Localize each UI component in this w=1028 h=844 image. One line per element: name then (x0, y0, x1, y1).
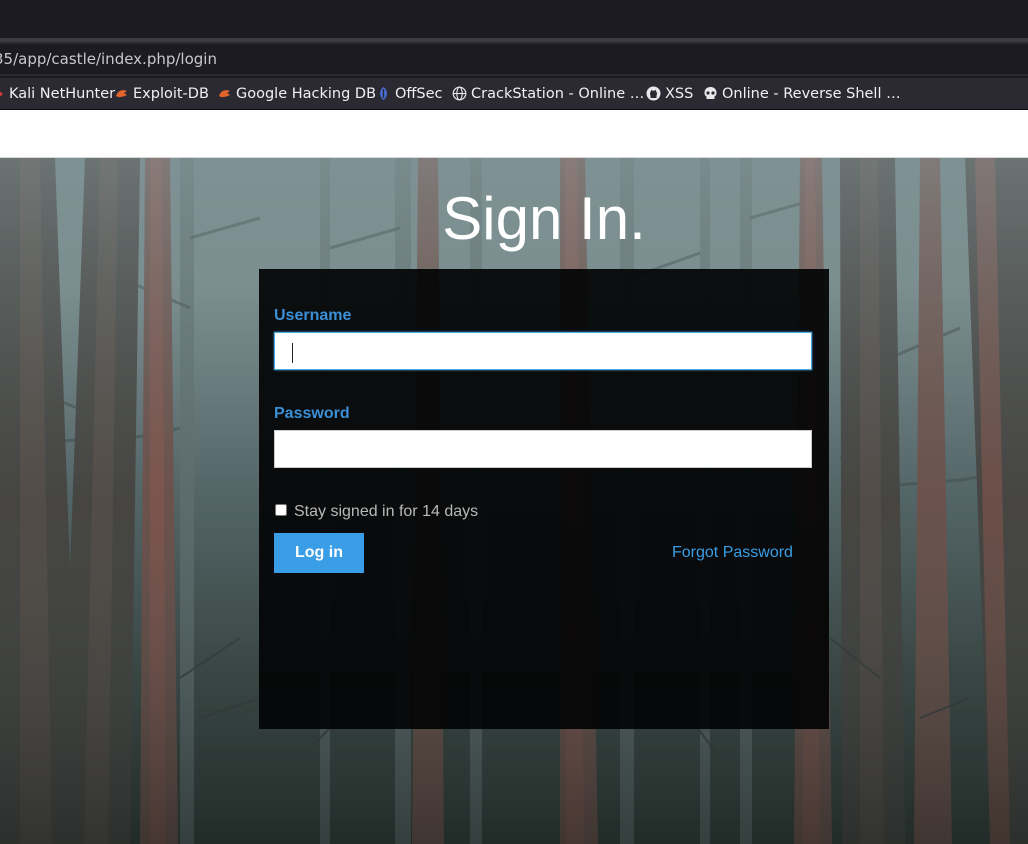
url-bar[interactable]: 35/app/castle/index.php/login (0, 42, 1028, 76)
bookmark-kali-nethunter[interactable]: Kali NetHunter (0, 78, 115, 109)
stay-signed-in-label: Stay signed in for 14 days (294, 503, 479, 520)
bookmark-label: OffSec (395, 85, 443, 102)
username-input[interactable] (274, 332, 812, 370)
bookmark-google-hacking-db[interactable]: Google Hacking DB (217, 78, 376, 109)
bookmark-exploit-db[interactable]: Exploit-DB (114, 78, 209, 109)
bookmark-label: XSS (665, 85, 694, 102)
password-label: Password (274, 405, 350, 422)
bookmark-crackstation[interactable]: CrackStation - Online … (452, 78, 644, 109)
bookmark-reverse-shell[interactable]: Online - Reverse Shell … (703, 78, 901, 109)
bookmark-label: Google Hacking DB (236, 85, 377, 102)
password-input[interactable] (274, 430, 812, 468)
exploit-db-icon (114, 86, 129, 101)
bookmarks-toolbar: Kali NetHunter Exploit-DB Google Hacking… (0, 78, 1028, 110)
bookmark-label: CrackStation - Online … (471, 85, 645, 102)
globe-icon (452, 86, 467, 101)
bookmark-offsec[interactable]: OffSec (376, 78, 443, 109)
text-caret (292, 343, 293, 363)
offsec-icon (376, 86, 391, 101)
forgot-password-link[interactable]: Forgot Password (672, 544, 793, 562)
browser-tab-strip (0, 0, 1028, 38)
skull-icon (703, 86, 718, 101)
github-icon (646, 86, 661, 101)
bookmark-label: Kali NetHunter (9, 85, 116, 102)
page-title: Sign In. (442, 185, 646, 252)
bookmark-label: Online - Reverse Shell … (722, 85, 901, 102)
url-field[interactable]: 35/app/castle/index.php/login (0, 44, 1028, 74)
login-button[interactable]: Log in (274, 533, 364, 573)
page-header-bar (0, 110, 1028, 158)
url-text: 35/app/castle/index.php/login (0, 50, 217, 68)
username-label: Username (274, 307, 352, 324)
exploit-db-icon (217, 86, 232, 101)
stay-signed-in-checkbox[interactable] (275, 504, 287, 516)
kali-nethunter-icon (0, 86, 5, 101)
login-panel: Username Password Stay signed in for 14 … (259, 269, 829, 729)
bookmark-xss[interactable]: XSS (646, 78, 693, 109)
bookmark-label: Exploit-DB (133, 85, 209, 102)
